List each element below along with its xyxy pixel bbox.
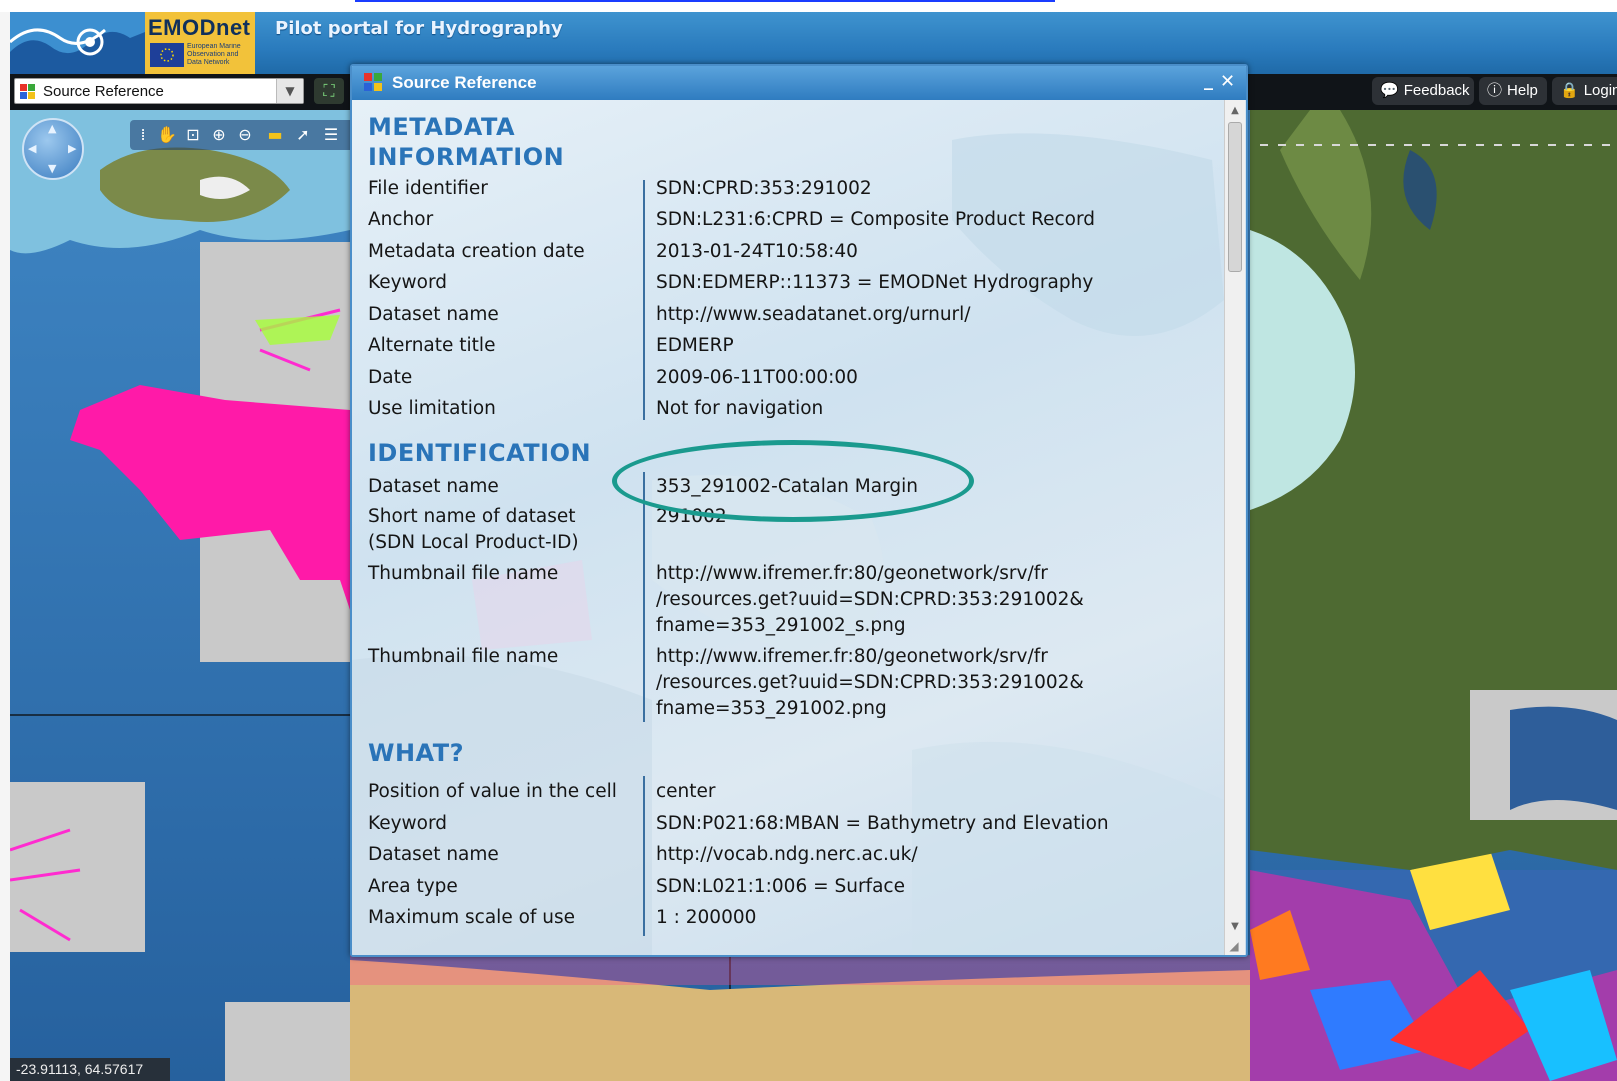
row-value: fname=353_291002.png [656, 698, 887, 719]
source-reference-icon [364, 73, 382, 91]
row-value: /resources.get?uuid=SDN:CPRD:353:291002& [656, 589, 1084, 610]
lock-icon: 🔒 [1560, 82, 1579, 99]
column-divider [643, 472, 645, 722]
logo-subtext: European Marine Observation and Data Net… [187, 43, 241, 66]
row-value: fname=353_291002_s.png [656, 615, 906, 636]
help-button[interactable]: ⓘ Help [1479, 77, 1547, 105]
help-icon: ⓘ [1487, 82, 1503, 99]
feedback-button[interactable]: 💬 Feedback [1372, 77, 1474, 105]
dialog-title: Source Reference [392, 73, 537, 92]
row-label: Date [368, 367, 413, 388]
resize-grip-icon[interactable]: ◢ [1226, 938, 1242, 954]
speech-bubble-icon: 💬 [1380, 82, 1399, 99]
zoom-in-icon[interactable]: ⊕ [208, 124, 230, 146]
row-value: 2009-06-11T00:00:00 [656, 367, 858, 388]
emodnet-logo[interactable]: EMODnet European Marine Observation and … [10, 12, 255, 74]
layer-select-value: Source Reference [43, 83, 164, 100]
layer-select[interactable]: Source Reference ▼ [14, 78, 304, 104]
pan-right-icon[interactable]: ▶ [68, 142, 76, 155]
row-label: Area type [368, 876, 458, 897]
row-value: http://www.ifremer.fr:80/geonetwork/srv/… [656, 563, 1048, 584]
row-value: http://www.ifremer.fr:80/geonetwork/srv/… [656, 646, 1048, 667]
row-label: Thumbnail file name [368, 646, 559, 667]
feedback-label: Feedback [1403, 82, 1470, 99]
top-strip [0, 0, 1617, 12]
info-pointer-icon[interactable]: ➚ [292, 124, 314, 146]
close-icon[interactable]: ✕ [1220, 71, 1235, 92]
frame-left [0, 12, 10, 1081]
scrollbar[interactable]: ▲ ▼ [1224, 100, 1245, 955]
row-value: http://vocab.ndg.nerc.ac.uk/ [656, 844, 918, 865]
pan-down-icon[interactable]: ▼ [48, 162, 56, 175]
row-label: Anchor [368, 209, 434, 230]
row-label: Short name of dataset [368, 506, 576, 527]
link-underline [355, 0, 1055, 2]
dialog-body[interactable]: METADATA INFORMATION File identifier SDN… [352, 100, 1246, 955]
legend-list-icon[interactable]: ☰ [320, 124, 342, 146]
portal-title: Pilot portal for Hydrography [275, 18, 563, 39]
heading-line: INFORMATION [368, 143, 565, 171]
pan-up-icon[interactable]: ▲ [48, 122, 56, 135]
section-heading-what: WHAT? [368, 739, 465, 767]
heading-line: METADATA [368, 113, 516, 141]
logo-text: EMODnet [148, 15, 251, 40]
login-button[interactable]: 🔒 Login [1552, 77, 1617, 105]
row-label: Keyword [368, 813, 448, 834]
row-label: (SDN Local Product-ID) [368, 532, 579, 553]
pan-control[interactable]: ▲ ◀ ▶ ▼ [22, 118, 84, 180]
help-label: Help [1507, 82, 1538, 99]
login-label: Login [1583, 82, 1617, 99]
row-value: /resources.get?uuid=SDN:CPRD:353:291002& [656, 672, 1084, 693]
row-value: SDN:L021:1:006 = Surface [656, 876, 905, 897]
source-reference-icon [20, 84, 35, 99]
measure-ruler-icon[interactable]: ▬ [264, 124, 286, 146]
row-value: SDN:EDMERP::11373 = EMODNet Hydrography [656, 272, 1094, 293]
zoom-box-icon[interactable]: ⊡ [182, 124, 204, 146]
row-value: http://www.seadatanet.org/urnurl/ [656, 304, 971, 325]
row-label: Position of value in the cell [368, 781, 617, 802]
scroll-down-icon[interactable]: ▼ [1225, 918, 1245, 936]
row-label: File identifier [368, 178, 488, 199]
dialog-titlebar[interactable]: Source Reference _ ✕ [352, 66, 1246, 100]
row-value: center [656, 781, 716, 802]
row-value: SDN:L231:6:CPRD = Composite Product Reco… [656, 209, 1096, 230]
chevron-down-icon[interactable]: ▼ [276, 79, 303, 103]
row-value: SDN:CPRD:353:291002 [656, 178, 872, 199]
scroll-up-icon[interactable]: ▲ [1225, 102, 1245, 120]
fullscreen-button[interactable]: ⛶ [314, 78, 344, 104]
coordinate-readout: -23.91113, 64.57617 [10, 1058, 170, 1081]
map-toolbar: ⁞ ✋ ⊡ ⊕ ⊖ ▬ ➚ ☰ [130, 120, 355, 150]
section-heading-identification: IDENTIFICATION [368, 439, 592, 467]
row-label: Thumbnail file name [368, 563, 559, 584]
row-label: Keyword [368, 272, 448, 293]
row-label: Maximum scale of use [368, 907, 576, 928]
column-divider [643, 180, 645, 420]
logo-waves-icon [10, 12, 145, 74]
pan-left-icon[interactable]: ◀ [28, 142, 36, 155]
row-value: Not for navigation [656, 398, 824, 419]
row-label: Metadata creation date [368, 241, 585, 262]
eu-flag-icon [150, 43, 184, 67]
scroll-thumb[interactable] [1228, 122, 1242, 272]
row-label: Dataset name [368, 476, 499, 497]
row-value: SDN:P021:68:MBAN = Bathymetry and Elevat… [656, 813, 1109, 834]
pan-hand-icon[interactable]: ✋ [156, 124, 178, 146]
row-label: Dataset name [368, 304, 499, 325]
fullscreen-icon: ⛶ [323, 81, 335, 100]
row-label: Alternate title [368, 335, 496, 356]
row-value: 1 : 200000 [656, 907, 757, 928]
section-heading-metadata: METADATA INFORMATION [368, 112, 564, 172]
zoom-out-icon[interactable]: ⊖ [234, 124, 256, 146]
dialog-content: METADATA INFORMATION File identifier SDN… [352, 100, 1222, 955]
column-divider [643, 776, 645, 936]
minimize-icon[interactable]: _ [1204, 70, 1213, 91]
row-label: Use limitation [368, 398, 496, 419]
row-value: 2013-01-24T10:58:40 [656, 241, 858, 262]
row-value: EDMERP [656, 335, 734, 356]
row-label: Dataset name [368, 844, 499, 865]
highlight-ring [612, 440, 974, 522]
drag-handle-icon[interactable]: ⁞ [132, 124, 154, 146]
